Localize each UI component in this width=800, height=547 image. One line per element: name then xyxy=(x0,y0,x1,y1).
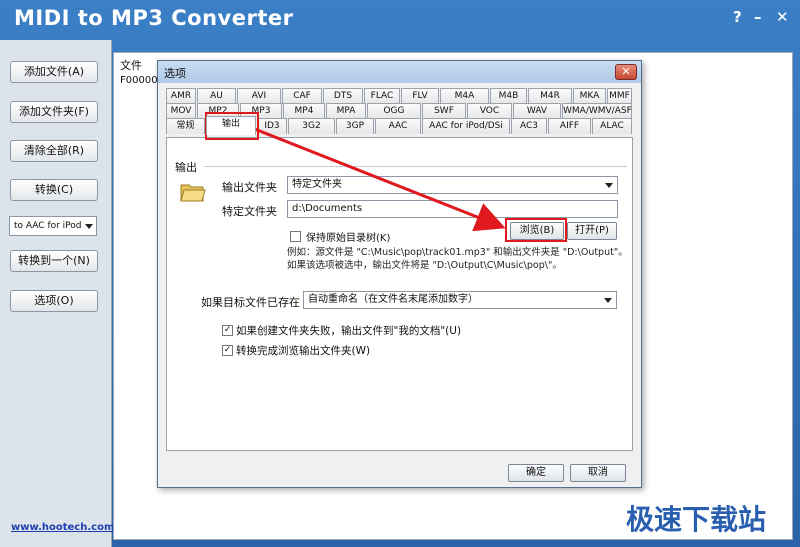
minimize-button[interactable]: – xyxy=(754,8,762,26)
convert-button[interactable]: 转换(C) xyxy=(10,179,98,201)
file-exists-value: 自动重命名（在文件名末尾添加数字） xyxy=(308,294,478,305)
tab-wav[interactable]: WAV xyxy=(513,103,561,119)
website-link[interactable]: www.hootech.com xyxy=(11,522,114,533)
format-select-value: to AAC for iPod xyxy=(14,221,82,231)
tab-output[interactable]: 输出 xyxy=(206,116,256,135)
specific-folder-input[interactable]: d:\Documents xyxy=(287,200,618,218)
fail-mydocs-label: 如果创建文件夹失败，输出文件到"我的文档"(U) xyxy=(236,325,462,337)
tab-m4b[interactable]: M4B xyxy=(490,88,527,104)
file-exists-label: 如果目标文件已存在 xyxy=(201,296,300,309)
browse-after-checkbox[interactable]: ✓ xyxy=(222,345,233,356)
open-folder-icon xyxy=(180,184,206,202)
tab-swf[interactable]: SWF xyxy=(422,103,466,119)
section-divider xyxy=(204,166,627,167)
output-folder-label: 输出文件夹 xyxy=(222,181,277,194)
tab-dts[interactable]: DTS xyxy=(323,88,363,104)
add-file-button[interactable]: 添加文件(A) xyxy=(10,61,98,83)
tab-ac3[interactable]: AC3 xyxy=(511,118,547,134)
example-text-line1: 例如：源文件是 "C:\Music\pop\track01.mp3" 和输出文件… xyxy=(287,247,628,258)
tab-mka[interactable]: MKA xyxy=(573,88,606,104)
fail-mydocs-checkbox[interactable]: ✓ xyxy=(222,325,233,336)
tab-voc[interactable]: VOC xyxy=(467,103,512,119)
dialog-title-bar: 选项 ✕ xyxy=(158,61,641,83)
output-folder-value: 特定文件夹 xyxy=(292,179,342,190)
tab-au[interactable]: AU xyxy=(197,88,236,104)
tab-flac[interactable]: FLAC xyxy=(364,88,400,104)
chevron-down-icon xyxy=(604,298,612,303)
convert-to-one-button[interactable]: 转换到一个(N) xyxy=(10,250,98,272)
watermark: 极速下载站 xyxy=(626,503,767,536)
cancel-button[interactable]: 取消 xyxy=(570,464,626,482)
tab-ogg[interactable]: OGG xyxy=(367,103,421,119)
clear-all-button[interactable]: 清除全部(R) xyxy=(10,140,98,162)
tab-general[interactable]: 常规 xyxy=(166,118,205,134)
app-title: MIDI to MP3 Converter xyxy=(14,6,294,30)
specific-folder-label: 特定文件夹 xyxy=(222,205,277,218)
tab-3g2[interactable]: 3G2 xyxy=(288,118,335,134)
format-select[interactable]: to AAC for iPod xyxy=(9,216,97,236)
column-header-file[interactable]: 文件 xyxy=(120,57,142,73)
add-folder-button[interactable]: 添加文件夹(F) xyxy=(10,101,98,123)
title-bar: MIDI to MP3 Converter ? – ✕ xyxy=(0,0,800,40)
sidebar: 添加文件(A) 添加文件夹(F) 清除全部(R) 转换(C) to AAC fo… xyxy=(0,40,114,547)
tab-m4a[interactable]: M4A xyxy=(440,88,489,104)
dialog-close-button[interactable]: ✕ xyxy=(615,64,637,80)
tab-amr[interactable]: AMR xyxy=(166,88,196,104)
highlight-browse-button xyxy=(505,218,567,242)
help-button[interactable]: ? xyxy=(733,8,742,26)
tab-aiff[interactable]: AIFF xyxy=(548,118,591,134)
chevron-down-icon xyxy=(605,183,613,188)
tab-aac-ipod[interactable]: AAC for iPod/DSi xyxy=(422,118,510,134)
tab-3gp[interactable]: 3GP xyxy=(336,118,374,134)
browse-after-label: 转换完成浏览输出文件夹(W) xyxy=(236,345,371,357)
example-text-line2: 如果该选项被选中，输出文件将是 "D:\Output\C\Music\pop\"… xyxy=(287,260,562,271)
ok-button[interactable]: 确定 xyxy=(508,464,564,482)
output-folder-select[interactable]: 特定文件夹 xyxy=(287,176,618,194)
tab-alac[interactable]: ALAC xyxy=(592,118,632,134)
tab-avi[interactable]: AVI xyxy=(237,88,281,104)
tab-id3[interactable]: ID3 xyxy=(257,118,287,134)
options-button[interactable]: 选项(O) xyxy=(10,290,98,312)
keep-tree-label: 保持原始目录树(K) xyxy=(306,233,391,244)
chevron-down-icon xyxy=(85,224,93,229)
tab-wma-wmv-asf[interactable]: WMA/WMV/ASF xyxy=(562,103,632,119)
tab-mmf[interactable]: MMF xyxy=(607,88,632,104)
dialog-title: 选项 xyxy=(164,67,186,80)
tab-mov[interactable]: MOV xyxy=(166,103,196,119)
tab-caf[interactable]: CAF xyxy=(282,88,322,104)
output-section-label: 输出 xyxy=(175,161,197,174)
keep-tree-checkbox[interactable] xyxy=(290,231,301,242)
file-exists-select[interactable]: 自动重命名（在文件名末尾添加数字） xyxy=(303,291,617,309)
tab-m4r[interactable]: M4R xyxy=(528,88,572,104)
tab-aac[interactable]: AAC xyxy=(375,118,421,134)
tab-mp4[interactable]: MP4 xyxy=(283,103,325,119)
options-dialog: 选项 ✕ AMR AU AVI CAF DTS FLAC FLV M4A M4B… xyxy=(157,60,642,488)
tab-flv[interactable]: FLV xyxy=(401,88,439,104)
close-button[interactable]: ✕ xyxy=(776,8,789,26)
tab-mpa[interactable]: MPA xyxy=(326,103,366,119)
open-button[interactable]: 打开(P) xyxy=(567,222,617,240)
